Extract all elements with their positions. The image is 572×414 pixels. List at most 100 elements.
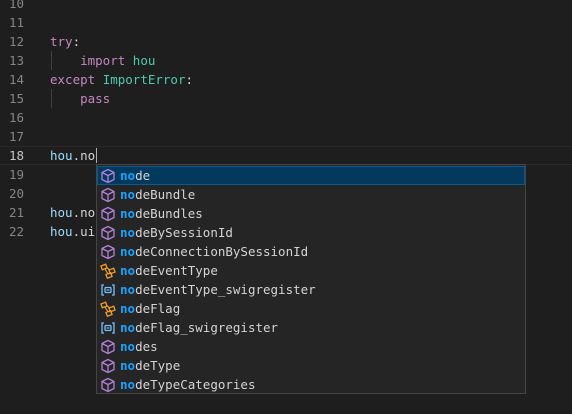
line-number: 20 [8, 186, 24, 201]
suggestion-match-prefix: no [120, 320, 136, 335]
code-text: try: [50, 32, 80, 51]
line-number: 21 [8, 205, 24, 220]
suggestion-item[interactable]: nodeType [97, 356, 525, 375]
suggestion-item[interactable]: nodeTypeCategories [97, 375, 525, 394]
suggestion-rest: des [135, 339, 158, 354]
suggestion-rest: deFlag [135, 301, 181, 316]
suggestion-match-prefix: no [120, 282, 136, 297]
code-token: except [50, 72, 96, 87]
suggestion-rest: deEventType [135, 263, 218, 278]
code-token: hou [50, 224, 73, 239]
suggestion-rest: deFlag_swigregister [135, 320, 279, 335]
code-line[interactable]: 12 try: [0, 32, 572, 51]
code-line[interactable]: 14 except ImportError: [0, 70, 572, 89]
suggestion-match-prefix: no [120, 225, 136, 240]
line-number: 22 [8, 224, 24, 239]
suggestion-rest: deBundles [135, 206, 203, 221]
module-icon [100, 187, 116, 203]
line-number: 19 [8, 167, 24, 182]
code-line[interactable]: 11 [0, 13, 572, 32]
code-token: .no [72, 205, 96, 220]
suggestion-label: node [120, 166, 150, 185]
code-token: hou [50, 205, 73, 220]
suggestion-item[interactable]: nodeEventType_swigregister [97, 280, 525, 299]
suggestion-item[interactable]: nodes [97, 337, 525, 356]
suggestion-match-prefix: no [120, 187, 136, 202]
suggestion-label: nodes [120, 337, 158, 356]
suggestion-label: nodeConnectionBySessionId [120, 242, 308, 261]
suggestion-label: nodeBundle [120, 185, 195, 204]
line-number: 18 [8, 148, 24, 163]
line-number: 15 [8, 91, 24, 106]
module-icon [100, 244, 116, 260]
line-number: 16 [8, 110, 24, 125]
suggestion-item[interactable]: nodeConnectionBySessionId [97, 242, 525, 261]
suggestion-rest: deEventType_swigregister [135, 282, 316, 297]
suggestion-match-prefix: no [120, 339, 136, 354]
code-line[interactable]: 16 [0, 108, 572, 127]
suggestion-match-prefix: no [120, 168, 136, 183]
suggestion-item[interactable]: node [97, 166, 525, 185]
code-token: .ui [72, 224, 96, 239]
suggestion-rest: deTypeCategories [135, 377, 256, 392]
suggestion-item[interactable]: nodeBySessionId [97, 223, 525, 242]
code-line[interactable]: 13 import hou [0, 51, 572, 70]
suggestion-label: nodeEventType_swigregister [120, 280, 316, 299]
module-icon [100, 168, 116, 184]
suggestion-rest: de [135, 168, 151, 183]
text-cursor [96, 148, 97, 163]
suggestion-label: nodeEventType [120, 261, 218, 280]
line-number: 14 [8, 72, 24, 87]
suggestion-item[interactable]: nodeFlag [97, 299, 525, 318]
suggestion-match-prefix: no [120, 358, 136, 373]
variable-icon [100, 320, 116, 336]
module-icon [100, 377, 116, 393]
suggestion-rest: deConnectionBySessionId [135, 244, 309, 259]
code-line[interactable]: 10 [0, 0, 572, 13]
autocomplete-suggestion-widget[interactable]: node nodeBundle nodeBundles nodeBySessionId… [96, 164, 526, 394]
code-text: import hou [50, 51, 155, 70]
line-number: 11 [8, 15, 24, 30]
line-number: 10 [8, 0, 24, 11]
suggestion-label: nodeTypeCategories [120, 375, 255, 394]
code-token: import [80, 53, 126, 68]
code-text: hou.no [50, 147, 95, 164]
code-line[interactable]: 17 [0, 127, 572, 146]
suggestion-label: nodeBundles [120, 204, 203, 223]
code-token: try [50, 34, 73, 49]
suggestion-match-prefix: no [120, 377, 136, 392]
suggestion-label: nodeFlag [120, 299, 180, 318]
suggestion-item[interactable]: nodeFlag_swigregister [97, 318, 525, 337]
code-token: .no [72, 148, 96, 163]
code-token: : [185, 72, 194, 87]
indent-guide [51, 89, 52, 108]
class-icon [100, 301, 116, 318]
suggestion-match-prefix: no [120, 206, 136, 221]
module-icon [100, 339, 116, 355]
code-text: pass [50, 89, 110, 108]
module-icon [100, 206, 116, 222]
code-token: hou [132, 53, 156, 68]
code-text: except ImportError: [50, 70, 193, 89]
module-icon [100, 225, 116, 241]
line-number: 17 [8, 129, 24, 144]
line-number: 12 [8, 34, 24, 49]
suggestion-label: nodeBySessionId [120, 223, 233, 242]
suggestion-rest: deType [135, 358, 181, 373]
code-token: : [72, 34, 81, 49]
line-number: 13 [8, 53, 24, 68]
suggestion-item[interactable]: nodeBundle [97, 185, 525, 204]
suggestion-rest: deBundle [135, 187, 196, 202]
class-icon [100, 263, 116, 280]
code-token: pass [80, 91, 111, 106]
suggestion-label: nodeFlag_swigregister [120, 318, 278, 337]
code-line[interactable]: 18 hou.no [0, 146, 572, 165]
suggestion-label: nodeType [120, 356, 180, 375]
code-line[interactable]: 15 pass [0, 89, 572, 108]
suggestion-match-prefix: no [120, 301, 136, 316]
suggestion-item[interactable]: nodeBundles [97, 204, 525, 223]
code-text: hou.ui [50, 222, 95, 241]
suggestion-item[interactable]: nodeEventType [97, 261, 525, 280]
